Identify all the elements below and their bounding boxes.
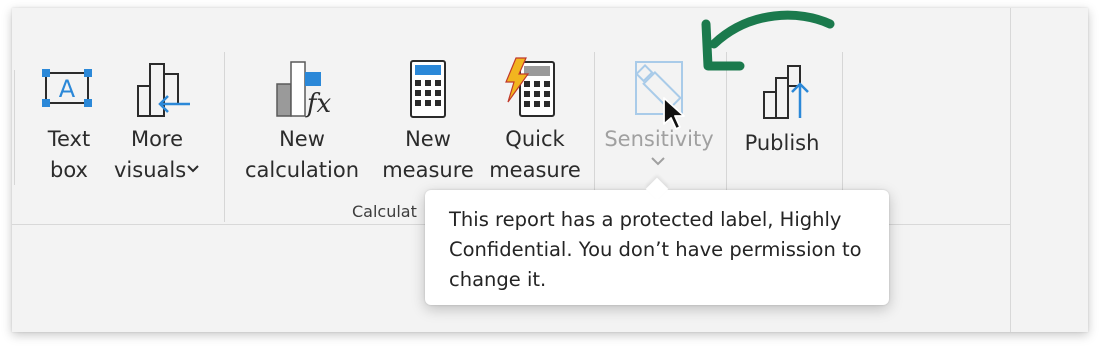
- group-divider: [14, 70, 15, 185]
- more-visuals-button[interactable]: More visuals: [114, 60, 200, 190]
- text-box-icon: A: [41, 68, 93, 108]
- tooltip-text: This report has a protected label, Highl…: [449, 208, 862, 291]
- quick-measure-button[interactable]: Quick measure: [486, 57, 584, 190]
- canvas-edge: [1010, 8, 1011, 332]
- tooltip: This report has a protected label, Highl…: [425, 177, 889, 305]
- new-measure-button[interactable]: New measure: [380, 60, 476, 190]
- svg-text:A: A: [59, 75, 76, 103]
- calculator-icon: [410, 60, 446, 118]
- new-calculation-button[interactable]: fx New calculation: [242, 60, 362, 190]
- new-measure-label-1: New: [405, 127, 451, 151]
- group-divider: [594, 52, 595, 192]
- new-calculation-label-2: calculation: [244, 158, 360, 182]
- more-visuals-icon: [134, 60, 194, 120]
- chevron-down-icon: [186, 164, 200, 174]
- quick-measure-label-1: Quick: [505, 127, 565, 151]
- text-box-label-1: Text: [47, 127, 91, 151]
- chevron-down-icon: [650, 156, 666, 166]
- new-measure-label-2: measure: [382, 158, 474, 182]
- group-label-calculations: Calculat: [352, 202, 417, 221]
- quick-measure-label-2: measure: [489, 158, 581, 182]
- new-calculation-icon: fx: [275, 60, 335, 120]
- group-divider: [842, 52, 843, 192]
- curved-arrow-icon: [690, 4, 840, 84]
- text-box-label-2: box: [50, 158, 88, 182]
- group-divider: [224, 52, 225, 222]
- new-calculation-label-1: New: [279, 127, 325, 151]
- mouse-cursor-icon: [662, 96, 686, 132]
- canvas-side-area: [1011, 8, 1088, 332]
- text-box-button[interactable]: A Text box: [30, 60, 108, 190]
- quick-measure-icon: [502, 56, 558, 118]
- svg-text:fx: fx: [305, 89, 332, 119]
- more-visuals-label-1: More: [130, 127, 184, 151]
- sensitivity-label: Sensitivity: [604, 127, 714, 151]
- publish-label: Publish: [744, 131, 820, 155]
